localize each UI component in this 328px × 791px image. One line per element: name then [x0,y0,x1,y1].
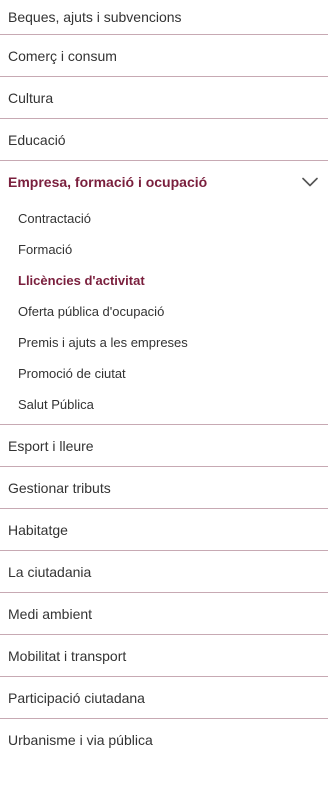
menu-item-label: Beques, ajuts i subvencions [8,9,182,25]
category-menu: Beques, ajuts i subvencions Comerç i con… [0,0,328,761]
submenu-item-promocio[interactable]: Promoció de ciutat [0,358,328,389]
menu-item-educacio[interactable]: Educació [0,119,328,161]
menu-item-urbanisme[interactable]: Urbanisme i via pública [0,719,328,761]
submenu-item-label: Promoció de ciutat [18,366,126,381]
submenu-item-label: Formació [18,242,73,257]
menu-item-comerc[interactable]: Comerç i consum [0,35,328,77]
submenu-item-formacio[interactable]: Formació [0,234,328,265]
chevron-down-icon[interactable] [302,177,318,187]
menu-item-label: Esport i lleure [8,437,94,454]
submenu: Contractació Formació Llicències d'activ… [0,203,328,425]
menu-item-label: Habitatge [8,521,68,538]
menu-item-mobilitat[interactable]: Mobilitat i transport [0,635,328,677]
menu-item-label: Urbanisme i via pública [8,732,153,748]
menu-item-medi-ambient[interactable]: Medi ambient [0,593,328,635]
submenu-container: Contractació Formació Llicències d'activ… [0,203,328,425]
menu-item-label: Educació [8,131,66,148]
menu-item-label: Gestionar tributs [8,479,111,496]
submenu-item-label: Salut Pública [18,397,94,412]
submenu-item-premis[interactable]: Premis i ajuts a les empreses [0,327,328,358]
submenu-item-label: Premis i ajuts a les empreses [18,335,188,350]
submenu-item-label: Contractació [18,211,91,226]
menu-item-cultura[interactable]: Cultura [0,77,328,119]
submenu-item-label: Llicències d'activitat [18,273,145,288]
menu-item-empresa-expanded[interactable]: Empresa, formació i ocupació [0,161,328,203]
menu-item-beques[interactable]: Beques, ajuts i subvencions [0,0,328,35]
submenu-item-contractacio[interactable]: Contractació [0,203,328,234]
menu-item-label: Cultura [8,89,54,106]
menu-item-label: Participació ciutadana [8,689,145,706]
menu-item-label: Medi ambient [8,605,93,622]
menu-item-ciutadania[interactable]: La ciutadania [0,551,328,593]
submenu-item-label: Oferta pública d'ocupació [18,304,165,319]
menu-item-participacio[interactable]: Participació ciutadana [0,677,328,719]
submenu-item-oferta[interactable]: Oferta pública d'ocupació [0,296,328,327]
menu-item-label: Mobilitat i transport [8,647,127,664]
menu-item-esport[interactable]: Esport i lleure [0,425,328,467]
submenu-item-llicencies[interactable]: Llicències d'activitat [0,265,328,296]
menu-item-label: Comerç i consum [8,47,117,64]
submenu-item-salut[interactable]: Salut Pública [0,389,328,420]
menu-item-habitatge[interactable]: Habitatge [0,509,328,551]
menu-item-label: La ciutadania [8,563,92,580]
menu-item-tributs[interactable]: Gestionar tributs [0,467,328,509]
menu-item-label: Empresa, formació i ocupació [8,174,208,190]
